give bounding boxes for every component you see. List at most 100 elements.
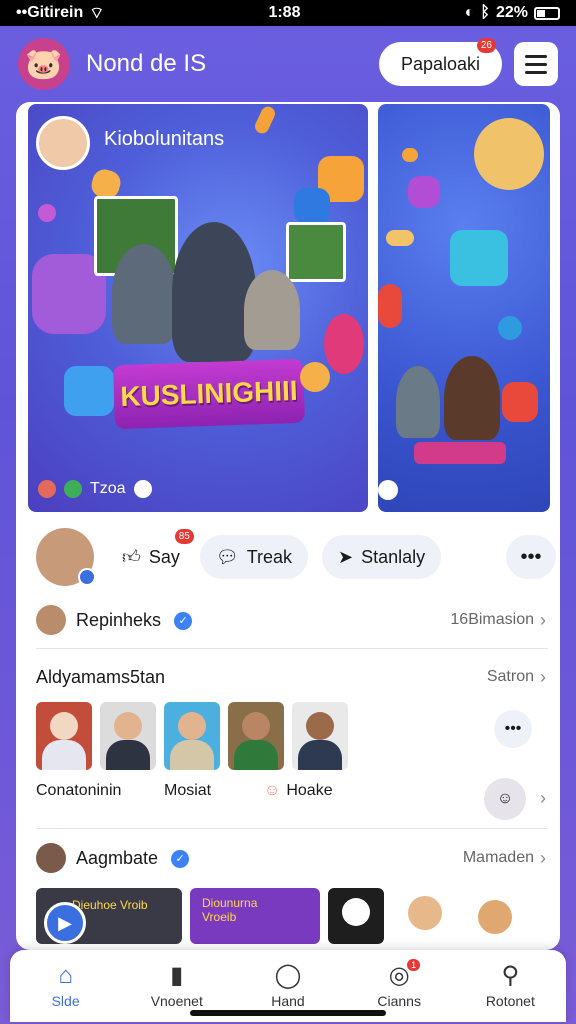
chevron-right-icon: › <box>540 609 546 630</box>
app-header: 🐷 Nond de IS Papaloaki 26 <box>0 26 576 102</box>
share-label: Stanlaly <box>361 546 426 567</box>
menu-line <box>525 70 547 74</box>
share-icon: ➤ <box>338 546 354 567</box>
photo-card <box>286 222 346 282</box>
notification-badge: 26 <box>476 38 496 53</box>
thumbs-up-icon: 👍︎ <box>122 547 141 567</box>
tab-hand[interactable]: ◯ Hand <box>243 962 333 1010</box>
tab-label: Vnoenet <box>150 993 203 1009</box>
tab-vnoenet[interactable]: ▮ Vnoenet <box>132 962 222 1010</box>
body <box>106 740 150 770</box>
chat-icon: ◯ <box>274 962 302 989</box>
banner-title: Kiobolunitans <box>104 128 225 150</box>
tab-badge: 1 <box>407 959 421 971</box>
labels-row: Conatoninin Mosiat ☺ Hoake <box>36 782 333 800</box>
divider <box>36 648 548 649</box>
thumbnail-row <box>36 702 348 770</box>
say-button[interactable]: 👍︎ Say 85 <box>116 529 194 579</box>
thumbnail[interactable] <box>36 702 92 770</box>
thumbnail[interactable] <box>228 702 284 770</box>
decor-shape <box>502 382 538 422</box>
cube-icon <box>450 230 508 286</box>
avatar-status-icon <box>78 568 96 586</box>
thumb-label[interactable]: Conatoninin <box>36 782 164 800</box>
more-options-button[interactable]: ••• <box>494 710 532 748</box>
share-button[interactable]: ➤ Stanlaly <box>322 535 442 579</box>
banner-ribbon: KUSLINIGHIII <box>112 358 306 430</box>
thumb-label[interactable]: Mosiat <box>164 782 264 800</box>
hamburger-menu-button[interactable] <box>514 42 558 86</box>
body <box>170 740 214 770</box>
shop-icon: ▮ <box>170 962 184 989</box>
home-icon: ⌂ <box>58 962 73 989</box>
section-title: Aagmbate <box>76 847 159 868</box>
banner-carousel[interactable]: Kiobolunitans KUSLINIGHIII Tzoa <box>28 104 560 512</box>
verified-icon: ✓ <box>174 611 193 630</box>
panda-thumbnail[interactable] <box>328 888 384 944</box>
tab-rotonet[interactable]: ⚲ Rotonet <box>465 962 555 1010</box>
cat-icon <box>408 896 442 930</box>
video-thumbnail[interactable]: Diounurna Vroeib <box>190 888 320 944</box>
decor-shape <box>378 284 402 328</box>
cat-sticker[interactable] <box>392 888 456 944</box>
app-logo-icon[interactable]: 🐷 <box>18 38 70 90</box>
dot-indicator <box>64 480 82 498</box>
panda-icon <box>342 898 370 926</box>
wifi-icon: ⌔ <box>89 5 105 22</box>
alarm-icon: ◐ <box>464 4 475 21</box>
section-avatar <box>36 605 66 635</box>
more-options-button[interactable]: ••• <box>506 535 556 579</box>
section-link[interactable]: Mamaden <box>463 849 534 867</box>
treak-button[interactable]: 💬︎ Treak <box>199 535 309 579</box>
cartoon-characters <box>474 118 544 190</box>
bear-icon <box>478 900 512 934</box>
chevron-right-icon: › <box>540 666 546 687</box>
section-title: Aldyamams5tan <box>36 666 166 687</box>
search-icon: ⚲ <box>501 962 520 989</box>
tab-label: Rotonet <box>485 993 535 1009</box>
tab-label: Hand <box>271 993 305 1009</box>
decor-shape <box>252 104 278 136</box>
tab-slde[interactable]: ⌂ Slde <box>21 962 111 1010</box>
decor-shape <box>300 362 330 392</box>
say-badge: 85 <box>174 529 194 544</box>
profile-pill-button[interactable]: Papaloaki 26 <box>378 38 502 86</box>
section-title: Repinheks <box>76 609 162 630</box>
banner-main[interactable]: Kiobolunitans KUSLINIGHIII Tzoa <box>28 104 368 512</box>
tab-cianns[interactable]: ◎ 1 Cianns <box>354 959 444 1009</box>
face <box>50 712 78 740</box>
section-repinheks[interactable]: Repinheks ✓ 16Bimasion › <box>36 600 546 640</box>
user-avatar[interactable] <box>36 528 96 586</box>
section-link[interactable]: Satron <box>487 668 534 686</box>
bear-sticker[interactable] <box>464 888 528 944</box>
reaction-icon[interactable]: ☺ <box>484 778 526 820</box>
thumbnail[interactable] <box>100 702 156 770</box>
thumb-label[interactable]: Hoake <box>286 782 332 800</box>
play-icon <box>408 176 440 208</box>
face <box>242 712 270 740</box>
section-aldyamams[interactable]: Aldyamams5tan Satron › <box>36 657 546 697</box>
section-aagmbate[interactable]: Aagmbate ✓ Mamaden › <box>36 838 546 878</box>
section-avatar <box>36 843 66 873</box>
section-link[interactable]: 16Bimasion <box>450 611 534 629</box>
dot-indicator <box>378 480 398 500</box>
body <box>298 740 342 770</box>
banner-side[interactable] <box>378 104 550 512</box>
thumbnail-text: Dieuhoe Vroib <box>72 898 148 912</box>
tab-label: Cianns <box>377 993 421 1009</box>
person-figure <box>172 222 256 362</box>
face <box>306 712 334 740</box>
bottom-thumbnail-row: Dieuhoe Vroib Diounurna Vroeib <box>36 888 528 944</box>
app-title: Nond de IS <box>86 50 207 77</box>
body <box>42 740 86 770</box>
person-figure <box>396 366 440 438</box>
feed-card: Kiobolunitans KUSLINIGHIII Tzoa 👍︎ Say 8… <box>16 102 560 950</box>
battery-icon <box>533 6 560 20</box>
thumbnail[interactable] <box>292 702 348 770</box>
floating-action-button[interactable]: ▶ <box>44 902 86 944</box>
carrier-label: ••Gitirein <box>16 4 84 21</box>
smile-icon: ☺ <box>264 782 281 799</box>
decor-shape <box>324 314 364 374</box>
cloud-icon <box>386 230 414 246</box>
thumbnail[interactable] <box>164 702 220 770</box>
